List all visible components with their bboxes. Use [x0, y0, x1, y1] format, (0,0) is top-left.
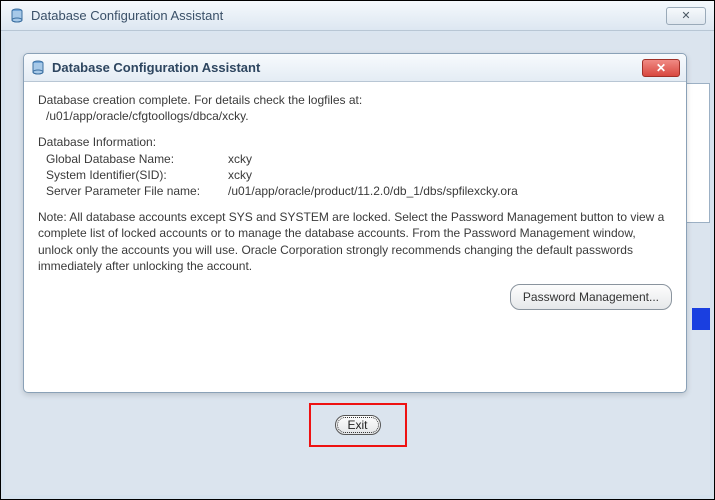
outer-body: Database Configuration Assistant ✕ Datab…: [5, 33, 710, 495]
spfile-label: Server Parameter File name:: [38, 183, 228, 199]
inner-titlebar: Database Configuration Assistant ✕: [24, 54, 686, 82]
password-management-button[interactable]: Password Management...: [510, 284, 672, 310]
sid-label: System Identifier(SID):: [38, 167, 228, 183]
outer-window: Database Configuration Assistant ✕ Datab…: [1, 1, 714, 499]
dialog-body: Database creation complete. For details …: [24, 82, 686, 392]
background-blue-strip: [692, 308, 710, 330]
outer-window-title: Database Configuration Assistant: [31, 8, 223, 23]
sid-value: xcky: [228, 167, 672, 183]
gdn-label: Global Database Name:: [38, 151, 228, 167]
database-icon: [9, 8, 25, 24]
inner-close-button[interactable]: ✕: [642, 59, 680, 77]
exit-highlight-box: Exit: [308, 403, 406, 447]
exit-button[interactable]: Exit: [334, 415, 380, 435]
close-icon: ✕: [681, 9, 690, 22]
outer-close-button[interactable]: ✕: [666, 7, 706, 25]
inner-dialog-title: Database Configuration Assistant: [52, 60, 260, 75]
database-icon: [30, 60, 46, 76]
spfile-value: /u01/app/oracle/product/11.2.0/db_1/dbs/…: [228, 183, 672, 199]
creation-complete-text: Database creation complete. For details …: [38, 92, 672, 124]
creation-logpath: /u01/app/oracle/cfgtoollogs/dbca/xcky.: [38, 108, 672, 124]
creation-line-1: Database creation complete. For details …: [38, 92, 672, 108]
close-icon: ✕: [656, 61, 666, 75]
database-information: Database Information: Global Database Na…: [38, 134, 672, 199]
gdn-value: xcky: [228, 151, 672, 167]
info-heading: Database Information:: [38, 134, 672, 150]
outer-titlebar: Database Configuration Assistant ✕: [1, 1, 714, 31]
note-text: Note: All database accounts except SYS a…: [38, 209, 672, 274]
inner-dialog: Database Configuration Assistant ✕ Datab…: [23, 53, 687, 393]
